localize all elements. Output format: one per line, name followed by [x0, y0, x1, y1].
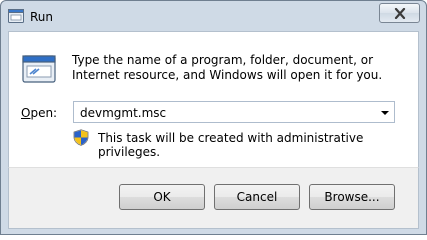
- open-label-rest: pen:: [30, 106, 58, 120]
- uac-shield-icon: [73, 129, 89, 146]
- chevron-down-icon[interactable]: [381, 111, 389, 115]
- instructions-text: Type the name of a program, folder, docu…: [72, 53, 383, 82]
- open-combobox[interactable]: devmgmt.msc: [73, 101, 395, 123]
- open-input[interactable]: devmgmt.msc: [80, 106, 166, 120]
- close-icon: [394, 8, 406, 19]
- admin-privileges-note: This task will be created with administr…: [98, 131, 364, 159]
- title-bar[interactable]: Run: [1, 1, 426, 31]
- ok-button[interactable]: OK: [119, 184, 205, 210]
- run-program-icon: [22, 55, 56, 83]
- button-bar: OK Cancel Browse...: [8, 167, 419, 229]
- dialog-content: Type the name of a program, folder, docu…: [8, 31, 419, 167]
- run-dialog: Run Type the name of a program, folder, …: [0, 0, 427, 235]
- run-icon: [8, 9, 24, 23]
- window-title: Run: [30, 10, 54, 24]
- browse-button[interactable]: Browse...: [309, 184, 395, 210]
- close-button[interactable]: [379, 3, 420, 23]
- open-label: Open:: [21, 106, 57, 120]
- cancel-button[interactable]: Cancel: [214, 184, 300, 210]
